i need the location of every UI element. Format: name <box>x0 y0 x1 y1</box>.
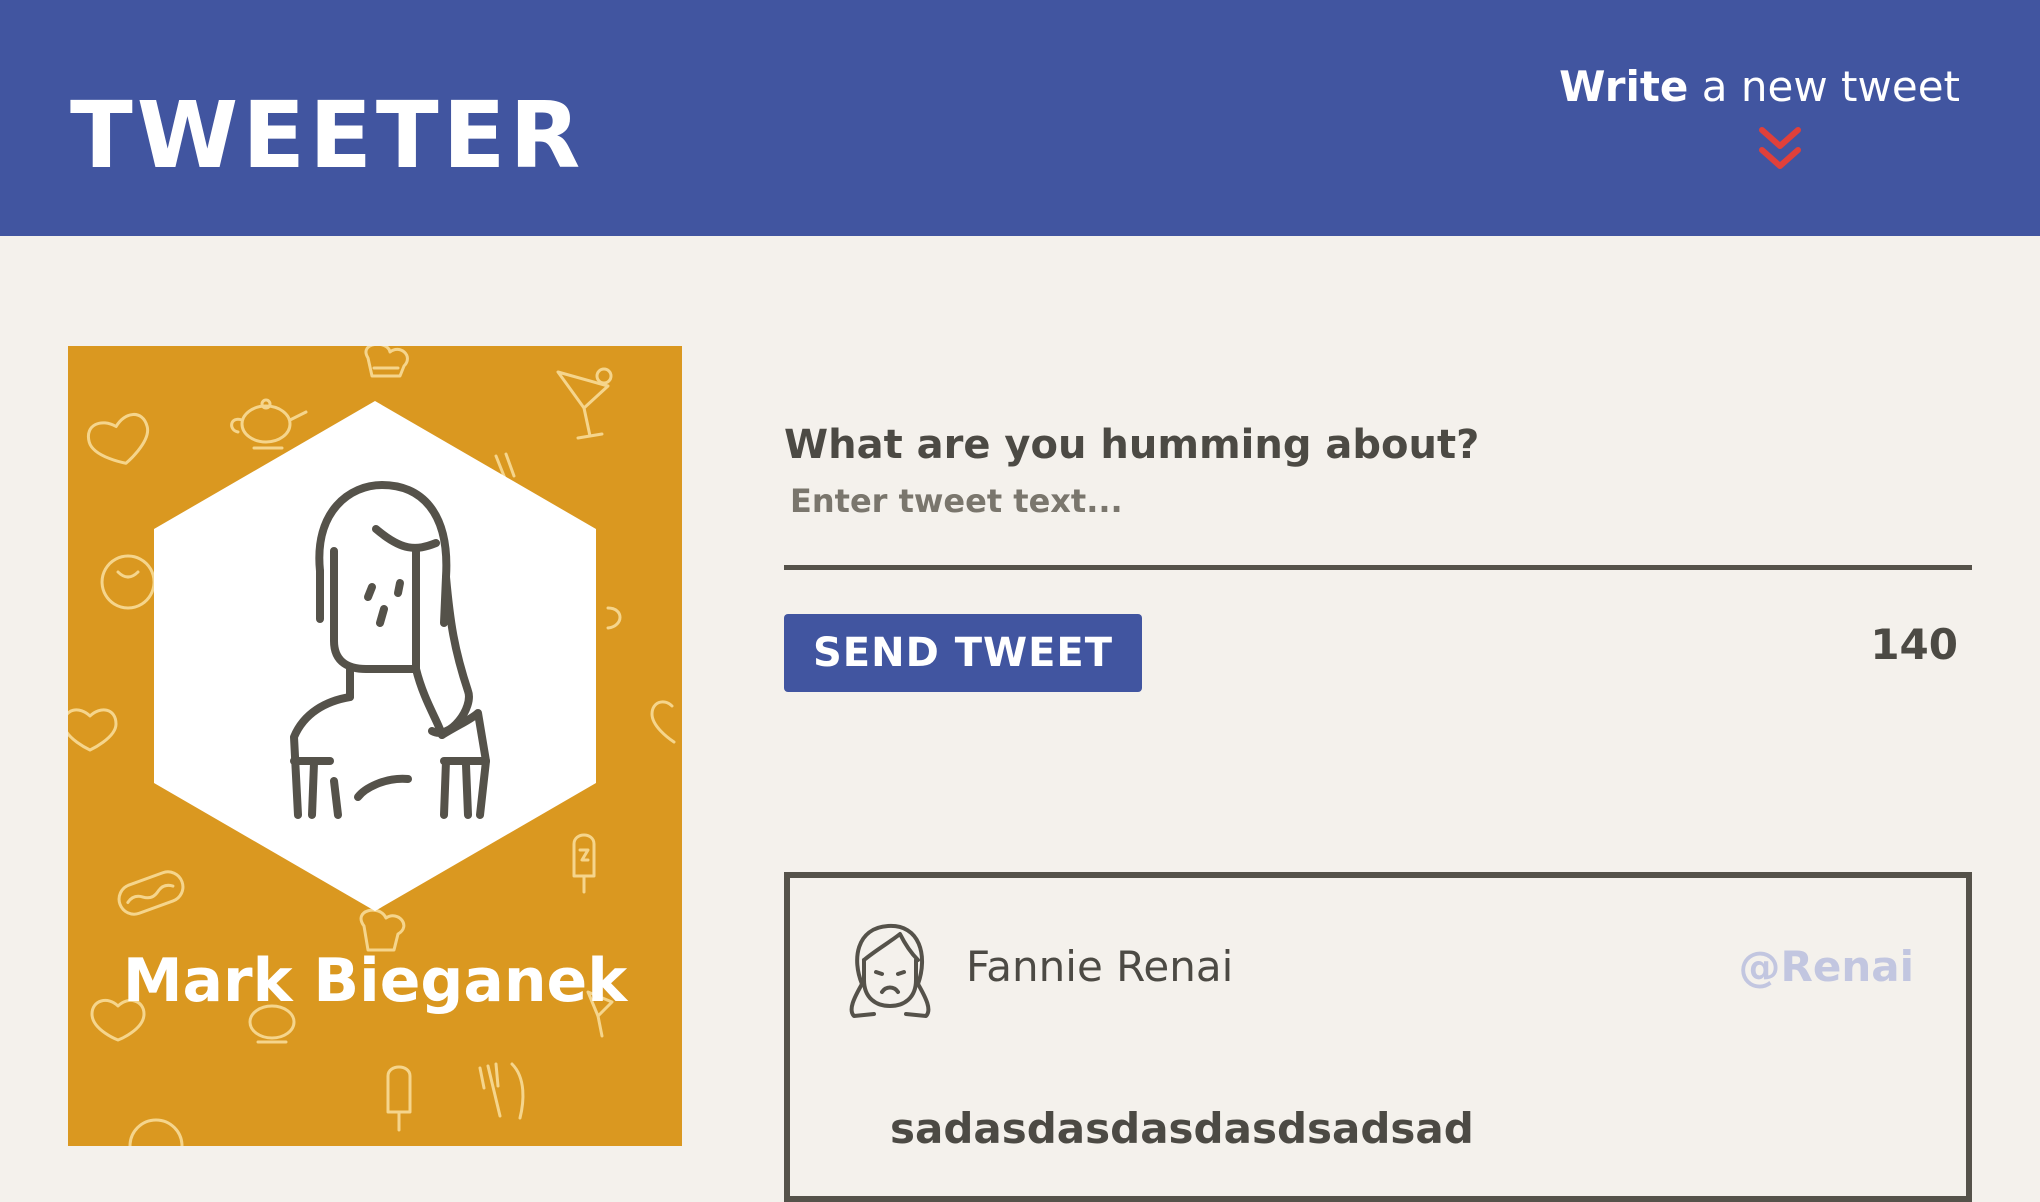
chef-hat-icon <box>359 908 406 952</box>
write-toggle-rest: a new tweet <box>1701 62 1960 111</box>
send-tweet-button[interactable]: SEND TWEET <box>784 614 1142 692</box>
popsicle-icon <box>386 1065 412 1132</box>
heart-icon <box>86 412 149 465</box>
tweet-text-input[interactable] <box>784 480 1972 570</box>
app-logo[interactable]: TWEETER <box>70 90 584 182</box>
profile-name: Mark Bieganek <box>122 946 628 1016</box>
character-counter: 140 <box>1870 620 1958 669</box>
write-new-tweet-toggle[interactable]: Write a new tweet <box>1540 62 1960 182</box>
coffee-cup-icon <box>606 606 622 630</box>
tweet-author-handle[interactable]: @Renai <box>1739 942 1914 991</box>
heart-icon <box>650 700 676 744</box>
heart-icon <box>68 708 118 752</box>
cutlery-icon <box>478 1062 525 1120</box>
tweet-author-name: Fannie Renai <box>966 942 1234 991</box>
write-toggle-label[interactable]: Write a new tweet <box>1559 62 1960 111</box>
write-toggle-strong: Write <box>1559 62 1689 111</box>
tweet-text: sadasdasdasdasdsadsad <box>890 1104 1474 1153</box>
main-content: Mark Bieganek What are you humming about… <box>0 236 2040 1202</box>
sad-girl-avatar-icon <box>849 923 931 1018</box>
tweet-card: Fannie Renai @Renai sadasdasdasdasdsadsa… <box>784 872 1972 1202</box>
double-chevron-down-icon[interactable] <box>1758 126 1802 174</box>
smiley-icon <box>100 554 156 610</box>
chef-hat-icon <box>364 346 409 378</box>
smiley-icon <box>128 1118 184 1146</box>
top-header: TWEETER Write a new tweet <box>0 0 2040 236</box>
compose-label: What are you humming about? <box>784 422 1480 468</box>
avatar-hexagon <box>154 401 596 911</box>
profile-card: Mark Bieganek <box>68 346 682 1146</box>
